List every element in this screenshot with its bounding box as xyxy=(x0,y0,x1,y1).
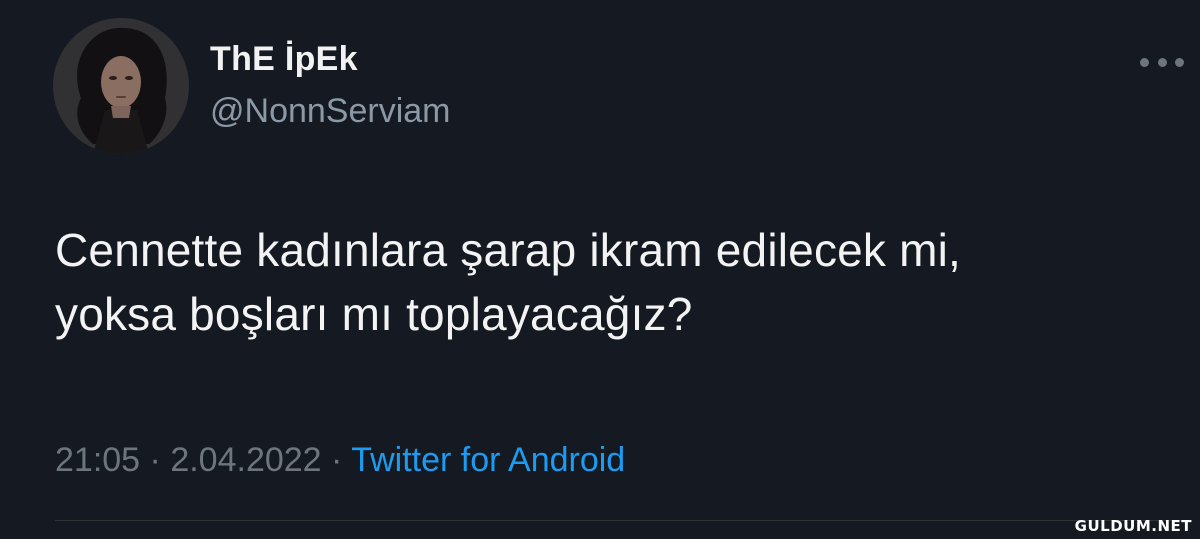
watermark-logo: GULDUM.NET xyxy=(1074,517,1192,535)
display-name[interactable]: ThE İpEk xyxy=(210,40,358,79)
tweet-text-line: Cennette kadınlara şarap ikram edilecek … xyxy=(55,224,962,276)
user-handle[interactable]: @NonnServiam xyxy=(210,92,451,131)
more-dot xyxy=(1157,57,1167,67)
avatar[interactable] xyxy=(53,18,189,154)
tweet-time[interactable]: 21:05 xyxy=(55,441,140,479)
tweet-date[interactable]: 2.04.2022 xyxy=(170,441,321,479)
more-dot xyxy=(1175,57,1184,67)
tweet-meta: 21:05 · 2.04.2022 · Twitter for Android xyxy=(55,441,625,480)
meta-separator: · xyxy=(331,441,352,479)
divider xyxy=(55,520,1185,521)
tweet-card: ThE İpEk @NonnServiam Cennette kadınlara… xyxy=(0,0,1200,539)
tweet-text-line: yoksa boşları mı toplayacağız? xyxy=(55,288,693,340)
more-dot xyxy=(1140,57,1149,67)
profile-photo-icon xyxy=(53,18,189,154)
tweet-text: Cennette kadınlara şarap ikram edilecek … xyxy=(55,218,1185,346)
more-options-icon[interactable] xyxy=(1140,50,1184,74)
tweet-source-link[interactable]: Twitter for Android xyxy=(351,441,625,479)
meta-separator: · xyxy=(149,441,171,479)
